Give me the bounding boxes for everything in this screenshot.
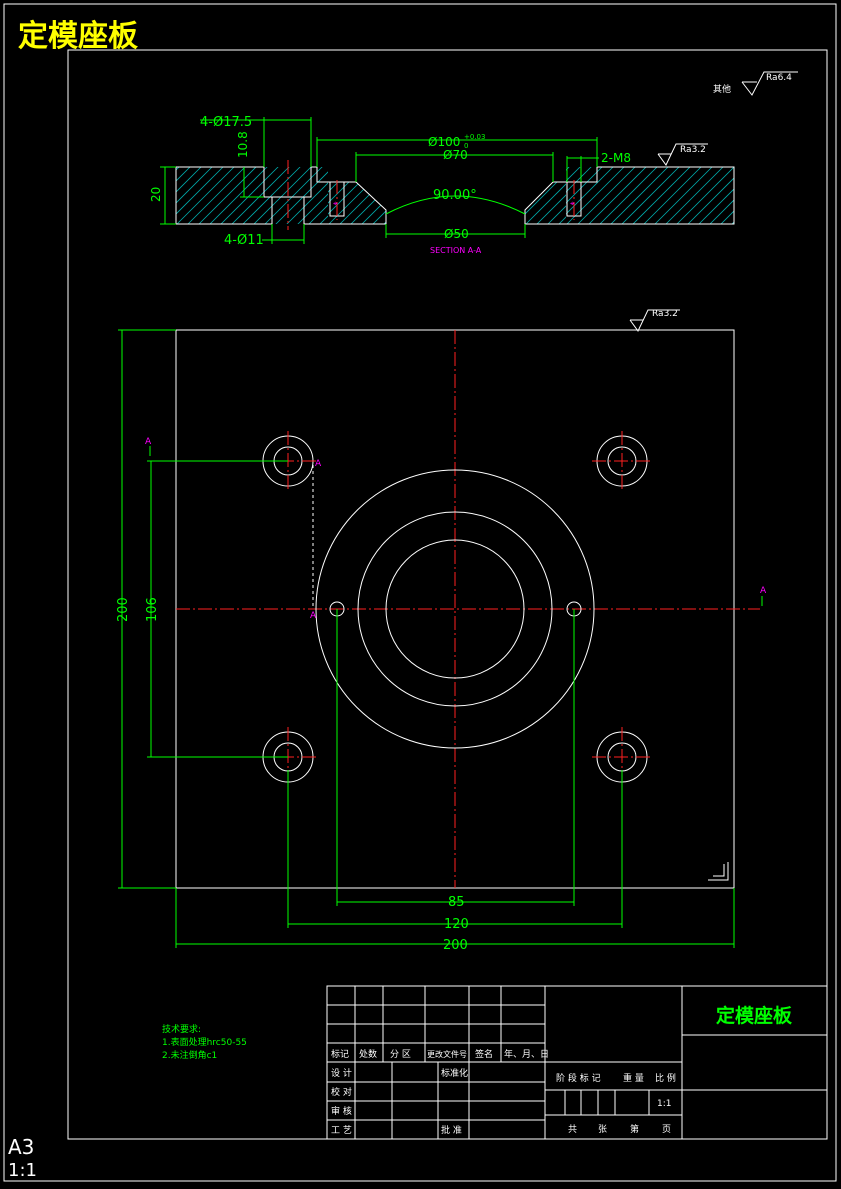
svg-text:⌖: ⌖ [570, 199, 575, 208]
inner-border [67, 49, 828, 1140]
svg-text:200: 200 [116, 597, 131, 622]
svg-text:Ra3.2: Ra3.2 [680, 145, 706, 155]
svg-text:重 量: 重 量 [623, 1072, 644, 1084]
svg-text:比 例: 比 例 [655, 1072, 676, 1084]
svg-text:批 准: 批 准 [441, 1124, 462, 1136]
svg-text:更改文件号: 更改文件号 [427, 1049, 467, 1059]
svg-text:共: 共 [568, 1124, 577, 1135]
section-markers: A A A A [145, 437, 767, 621]
svg-text:校 对: 校 对 [331, 1086, 352, 1098]
svg-text:Ø100: Ø100 [428, 135, 460, 149]
svg-text:A: A [315, 459, 322, 469]
svg-text:90.00°: 90.00° [433, 188, 477, 203]
svg-text:设 计: 设 计 [331, 1067, 352, 1079]
plan-view [175, 329, 760, 889]
drawing-canvas: 定模座板 A3 1:1 其他 Ra6.4 ⌖ ⌖ 4-Ø17.5 10.8 20… [3, 3, 837, 1182]
svg-text:20: 20 [149, 187, 163, 202]
svg-text:标记: 标记 [331, 1048, 349, 1060]
svg-text:张: 张 [598, 1124, 607, 1135]
svg-text:85: 85 [448, 895, 465, 910]
technical-notes: 技术要求: 1.表面处理hrc50-55 2.未注倒角c1 [162, 1023, 247, 1061]
roughness-other: 其他 Ra6.4 [713, 71, 798, 96]
svg-text:工 艺: 工 艺 [331, 1125, 352, 1136]
svg-text:Ra3.2: Ra3.2 [652, 309, 678, 319]
svg-text:分 区: 分 区 [390, 1049, 411, 1060]
part-name: 定模座板 [716, 1004, 793, 1027]
svg-text:4-Ø11: 4-Ø11 [224, 233, 264, 248]
svg-text:1.表面处理hrc50-55: 1.表面处理hrc50-55 [162, 1036, 247, 1048]
svg-text:⌖: ⌖ [333, 199, 338, 208]
svg-text:Ra6.4: Ra6.4 [766, 73, 792, 83]
svg-text:SECTION A-A: SECTION A-A [430, 246, 482, 255]
svg-text:10.8: 10.8 [236, 131, 250, 158]
svg-text:A: A [145, 437, 152, 447]
paper-size: A3 [8, 1135, 34, 1159]
svg-text:阶 段 标 记: 阶 段 标 记 [556, 1072, 601, 1084]
svg-text:其他: 其他 [713, 83, 731, 95]
svg-text:200: 200 [443, 938, 468, 953]
section-dimensions: 4-Ø17.5 10.8 20 4-Ø11 Ø100 +0.03 0 Ø70 2… [149, 115, 708, 255]
title-block: 定模座板 标记 处数 分 区 更改文件号 签名 年、月、日 设 计 校 对 审 … [326, 985, 828, 1140]
sheet-title: 定模座板 [18, 19, 138, 54]
svg-text:+0.03: +0.03 [464, 133, 485, 141]
svg-text:A: A [760, 586, 767, 596]
corner-scale: 1:1 [8, 1160, 37, 1181]
svg-text:审 核: 审 核 [331, 1105, 352, 1117]
svg-text:签名: 签名 [475, 1048, 493, 1060]
plan-dimensions: 200 106 85 120 200 Ra3.2 [116, 309, 735, 953]
svg-text:年、月、日: 年、月、日 [504, 1048, 549, 1060]
svg-text:Ø50: Ø50 [444, 227, 469, 241]
svg-text:Ø70: Ø70 [443, 148, 468, 162]
svg-text:页: 页 [662, 1124, 671, 1135]
svg-text:处数: 处数 [359, 1048, 377, 1060]
svg-text:A: A [310, 611, 317, 621]
svg-text:120: 120 [444, 917, 469, 932]
svg-text:2-M8: 2-M8 [601, 151, 631, 165]
svg-text:技术要求:: 技术要求: [162, 1023, 201, 1035]
outer-border [3, 3, 837, 1182]
svg-text:第: 第 [630, 1123, 639, 1135]
svg-text:标准化: 标准化 [441, 1067, 468, 1079]
svg-text:2.未注倒角c1: 2.未注倒角c1 [162, 1049, 217, 1061]
svg-text:4-Ø17.5: 4-Ø17.5 [200, 115, 252, 130]
svg-text:106: 106 [145, 597, 160, 622]
svg-text:1:1: 1:1 [657, 1099, 671, 1109]
